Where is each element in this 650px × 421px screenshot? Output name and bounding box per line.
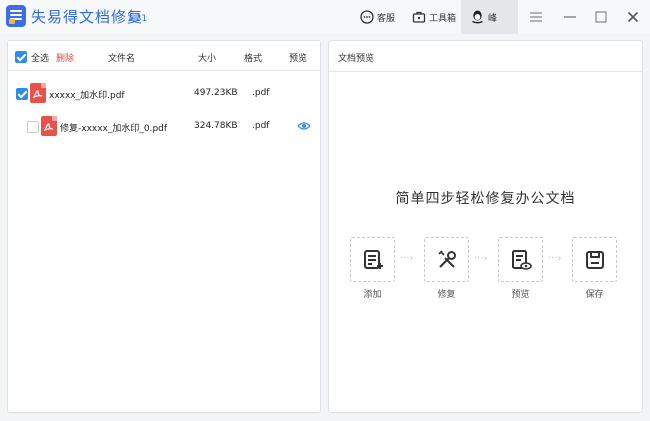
title-bar: 失易得文档修复 1.31 客服 工具箱 峰 <box>0 0 650 34</box>
preview-document-icon <box>511 249 532 270</box>
user-avatar-icon <box>472 10 483 24</box>
pdf-file-icon <box>41 116 57 136</box>
pdf-file-icon <box>30 83 46 103</box>
file-name: xxxxx_加水印.pdf <box>49 91 125 101</box>
minimize-icon <box>564 16 576 18</box>
step-label-repair: 修复 <box>437 290 456 300</box>
repair-tools-icon <box>437 249 456 268</box>
document-preview-panel: 文档预览 简单四步轻松修复办公文档 添加 ···› 修复 ···› 预览 ···… <box>328 40 643 413</box>
step-label-add: 添加 <box>363 290 382 300</box>
file-row[interactable]: 修复-xxxxx_加水印_0.pdf 324.78KB .pdf <box>8 110 320 142</box>
step-repair <box>424 237 469 282</box>
column-header-format: 格式 <box>244 54 263 64</box>
file-row-checkbox[interactable] <box>27 121 39 133</box>
select-all-checkbox[interactable] <box>15 51 27 63</box>
preview-title: 文档预览 <box>338 54 375 64</box>
customer-service-button[interactable]: 客服 <box>360 6 395 28</box>
preview-slogan: 简单四步轻松修复办公文档 <box>395 191 576 207</box>
app-logo-icon <box>6 5 26 27</box>
maximize-icon <box>595 11 607 23</box>
step-label-save: 保存 <box>585 290 604 300</box>
maximize-button[interactable] <box>592 8 610 26</box>
file-row[interactable]: xxxxx_加水印.pdf 497.23KB .pdf <box>8 77 320 109</box>
hamburger-menu-icon <box>530 12 542 22</box>
toolbox-button[interactable]: 工具箱 <box>412 6 456 28</box>
menu-button[interactable] <box>527 8 545 26</box>
column-header-preview: 预览 <box>289 54 308 64</box>
user-account[interactable]: 峰 <box>461 0 518 34</box>
user-name: 峰 <box>488 13 498 24</box>
app-version: 1.31 <box>127 14 148 24</box>
file-row-checkbox[interactable] <box>16 88 28 100</box>
step-arrow-icon: ···› <box>400 253 414 264</box>
step-label-preview: 预览 <box>511 290 530 300</box>
close-icon <box>627 11 639 23</box>
save-icon <box>585 250 604 269</box>
close-button[interactable] <box>624 8 642 26</box>
file-list-header: 全选 删除 文件名 大小 格式 预览 <box>8 41 320 71</box>
step-add <box>350 237 395 282</box>
file-size: 324.78KB <box>194 121 238 131</box>
step-arrow-icon: ···› <box>548 253 562 264</box>
step-arrow-icon: ···› <box>474 253 488 264</box>
customer-service-label: 客服 <box>377 13 396 24</box>
file-format: .pdf <box>252 88 270 98</box>
delete-button[interactable]: 删除 <box>56 51 74 64</box>
chat-icon <box>360 10 374 24</box>
step-save <box>572 237 617 282</box>
preview-eye-icon[interactable] <box>297 121 311 131</box>
add-document-icon <box>363 249 383 269</box>
file-list-panel: 全选 删除 文件名 大小 格式 预览 xxxxx_加水印.pdf 497.23K… <box>7 40 321 413</box>
file-format: .pdf <box>252 121 270 131</box>
toolbox-label: 工具箱 <box>429 13 457 24</box>
column-header-size: 大小 <box>198 54 217 64</box>
file-name: 修复-xxxxx_加水印_0.pdf <box>60 124 168 134</box>
file-size: 497.23KB <box>194 88 238 98</box>
select-all-label[interactable]: 全选 <box>31 51 49 64</box>
toolbox-icon <box>412 11 426 23</box>
column-header-name: 文件名 <box>108 54 136 64</box>
divider <box>329 71 642 72</box>
minimize-button[interactable] <box>561 8 579 26</box>
step-preview <box>498 237 543 282</box>
